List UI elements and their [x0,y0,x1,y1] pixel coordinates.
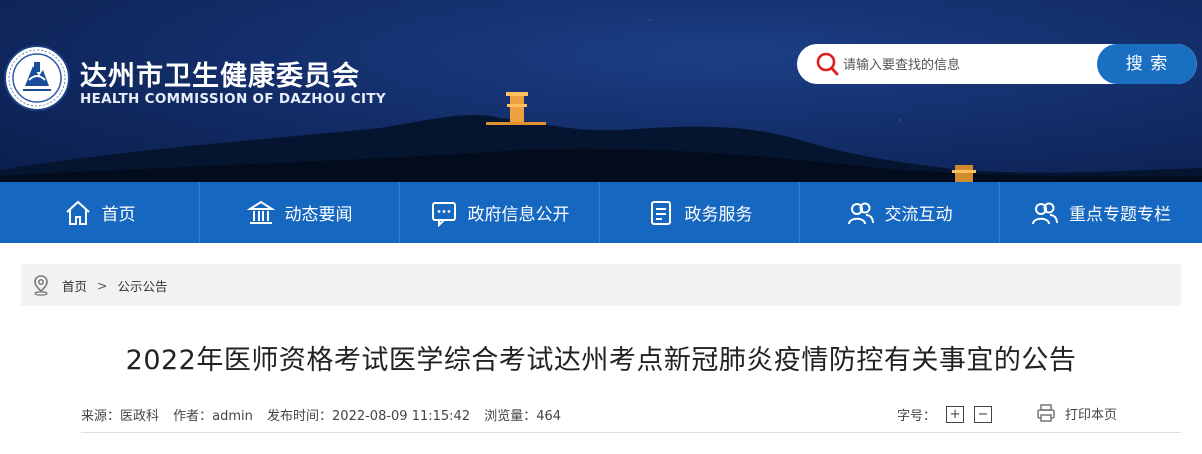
divider [81,432,1181,433]
breadcrumb-home-link[interactable]: 首页 [62,276,87,295]
nav-item-special-topics[interactable]: 重点专题专栏 [1000,182,1202,243]
font-size-control: 字号： + − [897,405,993,424]
chat-icon [431,201,456,227]
nav-item-label: 首页 [101,205,136,225]
users-icon [1032,202,1058,224]
article-published: 发布时间：2022-08-09 11:15:42 [267,409,471,424]
article-title: 2022年医师资格考试医学综合考试达州考点新冠肺炎疫情防控有关事宜的公告 [125,345,1077,376]
building-icon [246,200,275,224]
font-size-label: 字号： [897,409,937,424]
search-box: 搜 索 [797,44,1197,84]
nav-item-label: 交流互动 [884,205,953,225]
article-meta: 来源：医政科 作者：admin 发布时间：2022-08-09 11:15:42… [81,405,571,424]
main-nav: 首页 动态要闻 政府信息公开 政务服务 交流互动 重点专题专栏 [0,182,1202,243]
nav-item-label: 重点专题专栏 [1069,205,1171,225]
home-icon [65,200,90,225]
nav-item-news[interactable]: 动态要闻 [200,182,400,243]
nav-item-home[interactable]: 首页 [0,182,200,243]
document-icon [650,200,671,225]
nav-item-gov-info[interactable]: 政府信息公开 [400,182,600,243]
nav-item-label: 政府信息公开 [467,205,570,225]
users-icon [847,202,874,224]
header-banner: 达州市卫生健康委员会 HEALTH COMMISSION OF DAZHOU C… [0,0,1202,182]
emblem-logo [4,45,70,111]
search-icon [816,52,839,76]
location-pin-icon [34,275,48,296]
site-subtitle: HEALTH COMMISSION OF DAZHOU CITY [80,91,386,107]
print-label: 打印本页 [1065,407,1118,423]
search-button[interactable]: 搜 索 [1097,44,1197,84]
nav-item-services[interactable]: 政务服务 [600,182,800,243]
breadcrumb: 首页 > 公示公告 [21,264,1181,306]
breadcrumb-current[interactable]: 公示公告 [118,276,168,295]
font-decrease-button[interactable]: − [974,406,993,423]
article-author: 作者：admin [173,409,253,424]
article-views: 浏览量：464 [484,409,562,424]
breadcrumb-separator: > [97,277,108,293]
nav-item-label: 政务服务 [684,205,753,225]
printer-icon [1037,404,1055,422]
site-title: 达州市卫生健康委员会 [80,61,360,92]
article-source: 来源：医政科 [81,409,160,424]
print-button[interactable]: 打印本页 [1036,403,1117,423]
nav-item-interaction[interactable]: 交流互动 [800,182,1000,243]
nav-item-label: 动态要闻 [284,205,353,225]
font-increase-button[interactable]: + [946,406,965,423]
